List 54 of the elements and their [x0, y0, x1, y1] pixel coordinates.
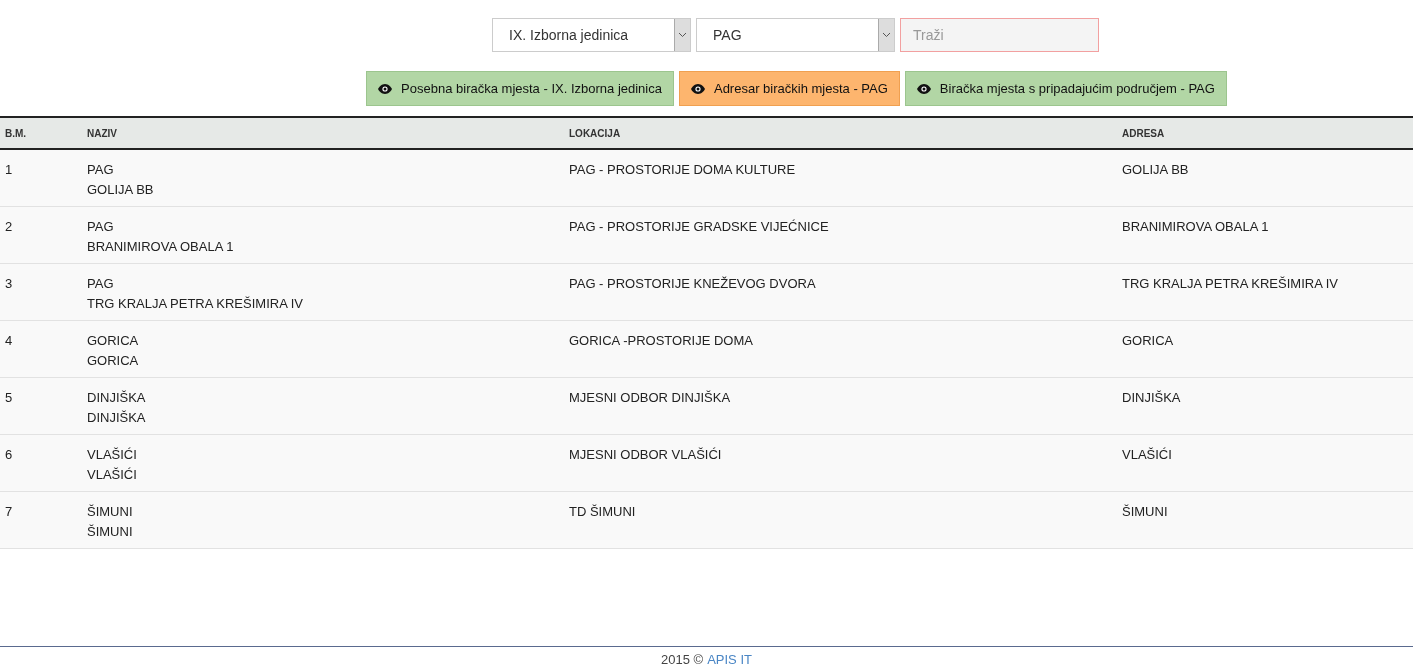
table-cell-text: DINJIŠKA	[87, 389, 146, 407]
table-cell-text: GOLIJA BB	[1122, 161, 1189, 179]
table-cell-text: GORICA	[87, 332, 139, 350]
table-cell-text: PAG	[87, 161, 114, 179]
select-value: IX. Izborna jedinica	[508, 25, 630, 45]
eye-icon	[378, 83, 393, 94]
eye-icon	[916, 83, 931, 94]
table-cell-text: VLAŠIĆI	[87, 466, 137, 484]
chevron-down-icon	[678, 32, 687, 38]
table-cell-text: TD ŠIMUNI	[569, 503, 636, 521]
table-cell-text: PAG - PROSTORIJE GRADSKE VIJEĆNICE	[569, 218, 829, 236]
table-cell-text: GORICA	[1122, 332, 1174, 350]
view-button[interactable]: Biračka mjesta s pripadajućim područjem - PAG	[904, 71, 1227, 106]
table-cell-text: VLAŠIĆI	[87, 446, 137, 464]
column-header: LOKACIJA	[569, 127, 621, 139]
company-link[interactable]: APIS IT	[707, 649, 752, 670]
table-cell-text: GORICA -PROSTORIJE DOMA	[569, 332, 753, 350]
table-cell-text: DINJIŠKA	[87, 409, 146, 427]
place-select[interactable]: PAG	[696, 18, 895, 52]
table-cell-text: VLAŠIĆI	[1122, 446, 1172, 464]
table-cell-text: 1	[5, 161, 13, 179]
table-cell-text: 3	[5, 275, 13, 293]
table-cell-text: 7	[5, 503, 13, 521]
table-cell-text: GOLIJA BB	[87, 181, 154, 199]
table-cell-text: TRG KRALJA PETRA KREŠIMIRA IV	[1122, 275, 1338, 293]
table-cell-text: PAG - PROSTORIJE KNEŽEVOG DVORA	[569, 275, 816, 293]
column-header: B.M.	[5, 127, 27, 139]
table-cell-text: BRANIMIROVA OBALA 1	[87, 238, 234, 256]
table-cell-text: 6	[5, 446, 13, 464]
search-field[interactable]: Traži	[900, 18, 1099, 52]
column-header: NAZIV	[87, 127, 117, 139]
table-cell-text: 4	[5, 332, 13, 350]
table-cell-text: MJESNI ODBOR DINJIŠKA	[569, 389, 731, 407]
chevron-down-icon	[882, 32, 891, 38]
table-cell-text: TRG KRALJA PETRA KREŠIMIRA IV	[87, 295, 303, 313]
view-button[interactable]: Posebna biračka mjesta - IX. Izborna jedinica	[366, 71, 674, 106]
copyright-text: 2015 ©	[661, 650, 704, 669]
table-cell-text: GORICA	[87, 352, 139, 370]
column-header: ADRESA	[1122, 127, 1165, 139]
table-cell-text: PAG	[87, 275, 114, 293]
eye-icon	[690, 83, 705, 94]
table-cell-text: 2	[5, 218, 13, 236]
view-button[interactable]: Adresar biračkih mjesta - PAG	[678, 71, 900, 106]
select-value: PAG	[712, 25, 743, 45]
table-cell-text: PAG - PROSTORIJE DOMA KULTURE	[569, 161, 796, 179]
table-cell-text: MJESNI ODBOR VLAŠIĆI	[569, 446, 722, 464]
table-cell-text: PAG	[87, 218, 114, 236]
table-cell-text: ŠIMUNI	[87, 503, 133, 521]
table-cell-text: ŠIMUNI	[1122, 503, 1168, 521]
table-cell-text: 5	[5, 389, 13, 407]
unit-select[interactable]: IX. Izborna jedinica	[492, 18, 691, 52]
table-cell-text: ŠIMUNI	[87, 523, 133, 541]
table-cell-text: DINJIŠKA	[1122, 389, 1181, 407]
table-cell-text: BRANIMIROVA OBALA 1	[1122, 218, 1269, 236]
